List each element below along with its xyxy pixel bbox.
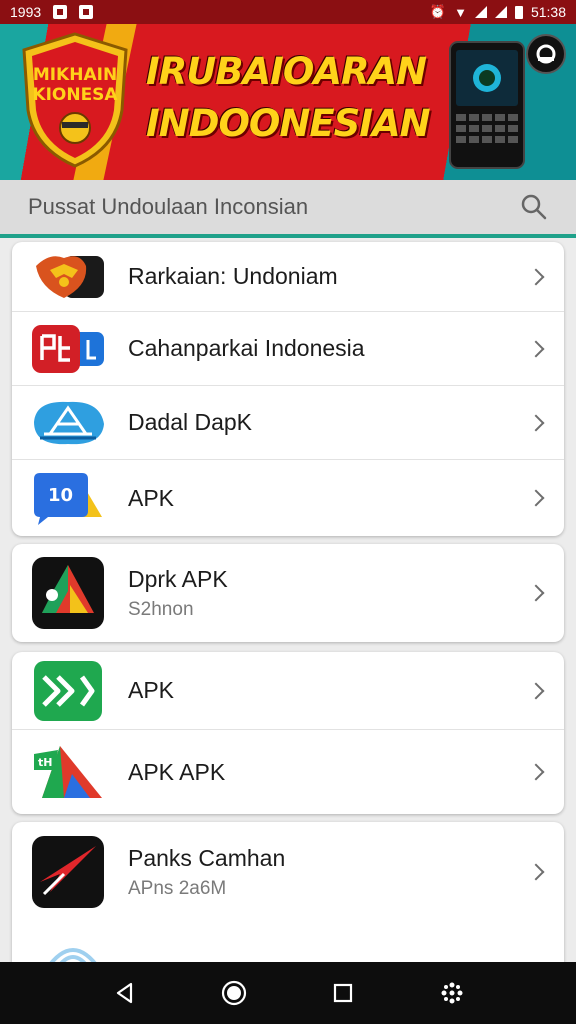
notification-icon-2 [79, 5, 94, 19]
battery-icon [514, 5, 523, 19]
landmark-icon [34, 401, 104, 444]
notification-icon [53, 5, 68, 19]
app-list-card-3: APK tH APK APK [12, 652, 564, 814]
recents-icon[interactable] [323, 973, 363, 1013]
app-title: APK [128, 677, 175, 703]
app-title: Cahanparkai Indonesia [128, 335, 365, 361]
shield-text-1: MIKHAIN [33, 65, 117, 85]
list-item[interactable]: Rarkaian: Undoniam [12, 242, 564, 312]
phone-icon [449, 41, 525, 169]
app-subtitle: S2hnon [128, 598, 194, 620]
app-title: Rarkaian: Undoniam [128, 263, 338, 289]
app-title: Panks Camhan [128, 844, 286, 871]
navigation-bar [0, 962, 576, 1024]
app-title: Dprk APK [128, 565, 228, 592]
app-title: Dadal DapK [128, 409, 253, 435]
shield-text-2: KIONESA [32, 85, 118, 105]
status-bar: 1993 ⏰ ▼ 51:38 [0, 0, 576, 24]
app-title: APK [128, 484, 175, 511]
status-time-right: 51:38 [530, 4, 566, 20]
app-subtitle: APns 2a6M [128, 877, 227, 899]
list-item[interactable]: Dprk APK S2hnon [12, 544, 564, 642]
list-item[interactable]: Panks Camhan APns 2a6M [12, 822, 564, 922]
search-input[interactable] [28, 194, 520, 220]
banner-title: IRUBAIOARAN INDOONESIAN [146, 46, 446, 150]
search-icon[interactable] [520, 193, 548, 221]
banner-title-line2: INDOONESIAN [146, 102, 431, 145]
garuda-icon [36, 255, 104, 298]
list-item[interactable]: Dadal DapK [12, 386, 564, 460]
back-icon[interactable] [105, 973, 145, 1013]
app-list-card-2: Dprk APK S2hnon [12, 544, 564, 642]
home-icon[interactable] [214, 973, 254, 1013]
search-bar [0, 180, 576, 238]
list-item[interactable]: tH APK APK [12, 730, 564, 814]
blue-chat-icon: 10 [34, 473, 102, 525]
list-item[interactable]: Cahanparkai Indonesia [12, 312, 564, 386]
green-code-icon [34, 660, 102, 721]
svg-text:tH: tH [38, 756, 52, 769]
triangle-apk-icon: tH [34, 746, 102, 798]
shield-logo-icon: MIKHAIN KIONESA [22, 32, 128, 168]
red-arrow-icon [32, 836, 104, 908]
wifi-icon: ▼ [454, 4, 467, 20]
list-item[interactable]: APK [12, 652, 564, 730]
camera-icon[interactable] [526, 34, 566, 74]
alarm-icon: ⏰ [429, 4, 447, 19]
svg-text:10: 10 [48, 485, 73, 506]
list-item[interactable]: 10 APK [12, 460, 564, 536]
app-list-card-4: Panks Camhan APns 2a6M [12, 822, 564, 972]
banner-title-line1: IRUBAIOARAN [146, 50, 427, 93]
app-title: APK APK [128, 758, 226, 785]
apps-grid-icon[interactable] [432, 973, 472, 1013]
red-blue-app-icon [32, 324, 104, 373]
signal-icon [474, 6, 487, 18]
app-list-card-1: Rarkaian: Undoniam Cahanparkai Indonesia… [12, 242, 564, 536]
signal-icon-2 [494, 6, 507, 18]
drive-icon [32, 557, 104, 629]
status-time-left: 1993 [10, 4, 42, 20]
promo-banner[interactable]: MIKHAIN KIONESA IRUBAIOARAN INDOONESIAN [0, 24, 576, 180]
